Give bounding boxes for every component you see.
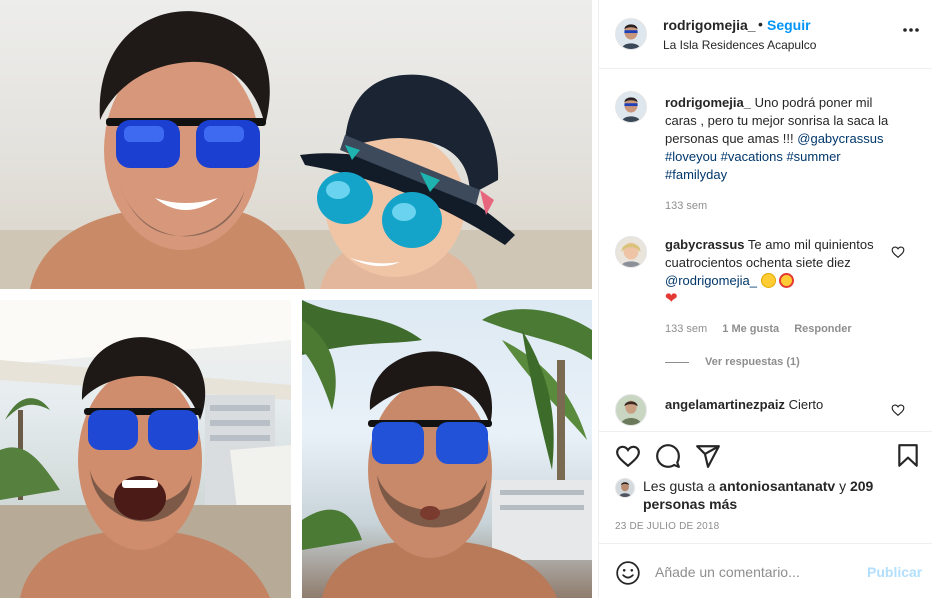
avatar[interactable]: [615, 236, 647, 268]
caption-mention[interactable]: @gabycrassus: [797, 131, 883, 146]
caption-timestamp[interactable]: 133 sem: [665, 200, 707, 212]
comment-text: Cierto: [788, 397, 824, 412]
location-link[interactable]: La Isla Residences Acapulco: [663, 38, 816, 52]
add-comment-input[interactable]: [655, 564, 855, 580]
reply-button[interactable]: Responder: [794, 323, 851, 335]
replies-divider: [665, 361, 689, 363]
hashtag[interactable]: #vacations: [721, 149, 783, 164]
photo-laughing-selfie: [0, 300, 291, 598]
comment-username[interactable]: gabycrassus: [665, 237, 745, 252]
post-comment-button[interactable]: Publicar: [867, 564, 922, 580]
photo-beach-selfie: [0, 0, 592, 289]
post-author-username[interactable]: rodrigomejia_: [663, 17, 756, 33]
comment-mention[interactable]: @rodrigomejia_: [665, 273, 757, 288]
comments-list[interactable]: rodrigomejia_ Uno podrá poner mil caras …: [599, 69, 932, 431]
photo-palm-selfie: [302, 300, 592, 598]
comment-icon[interactable]: [655, 443, 681, 469]
view-replies-label: Ver respuestas (1): [705, 356, 800, 368]
avatar[interactable]: [615, 478, 635, 498]
heart-eyes-emoji: [779, 273, 795, 288]
kissing-face-emoji: [760, 273, 776, 288]
comment-body: gabycrassus Te amo mil quinientos cuatro…: [665, 236, 895, 308]
hashtag[interactable]: #summer: [786, 149, 840, 164]
post-actions: Les gusta a antoniosantanatv y 209 perso…: [599, 431, 932, 552]
hashtag[interactable]: #familyday: [665, 167, 727, 182]
add-comment-bar: Publicar: [599, 543, 932, 599]
comment-body: angelamartinezpaiz Cierto: [665, 396, 895, 414]
comment-username[interactable]: angelamartinezpaiz: [665, 397, 785, 412]
smiley-icon[interactable]: [615, 560, 641, 586]
liker-username[interactable]: antoniosantanatv: [719, 478, 835, 494]
comment-timestamp[interactable]: 133 sem: [665, 323, 707, 335]
likes-summary: Les gusta a antoniosantanatv y 209 perso…: [643, 477, 913, 513]
post-media[interactable]: [0, 0, 598, 598]
comment-likes-count[interactable]: 1 Me gusta: [722, 323, 779, 335]
follow-button[interactable]: Seguir: [767, 17, 811, 33]
heart-icon[interactable]: [891, 403, 905, 417]
red-heart-emoji: ❤: [665, 290, 678, 307]
send-icon[interactable]: [695, 443, 721, 469]
heart-icon[interactable]: [891, 245, 905, 259]
comment-meta: 133 sem 1 Me gusta Responder: [665, 323, 852, 335]
caption-username[interactable]: rodrigomejia_: [665, 95, 751, 110]
post-header: rodrigomejia_ • Seguir La Isla Residence…: [599, 0, 932, 69]
avatar[interactable]: [615, 394, 647, 426]
separator-dot: •: [758, 16, 763, 32]
hashtag[interactable]: #loveyou: [665, 149, 717, 164]
post-caption: rodrigomejia_ Uno podrá poner mil caras …: [665, 94, 895, 184]
post-date[interactable]: 23 DE JULIO DE 2018: [615, 521, 719, 532]
view-replies-button[interactable]: Ver respuestas (1): [665, 356, 800, 368]
avatar[interactable]: [615, 91, 647, 123]
more-horizontal-icon[interactable]: [901, 20, 921, 40]
likes-prefix: Les gusta a: [643, 478, 716, 494]
bookmark-icon[interactable]: [895, 443, 921, 469]
avatar[interactable]: [615, 18, 647, 50]
post-sidebar: rodrigomejia_ • Seguir La Isla Residence…: [598, 0, 932, 598]
heart-icon[interactable]: [615, 443, 641, 469]
likes-and: y: [839, 478, 847, 494]
